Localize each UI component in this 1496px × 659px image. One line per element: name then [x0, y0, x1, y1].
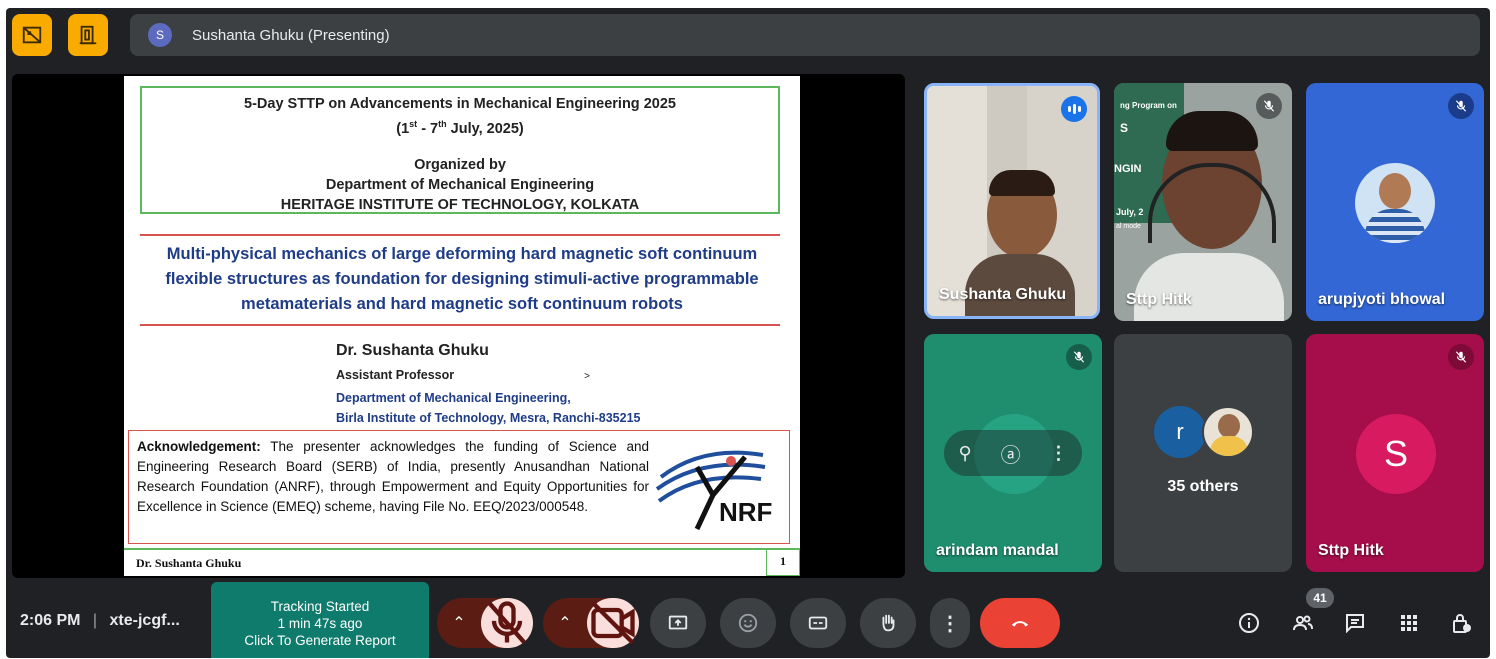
more-options-button[interactable]: ⋮	[930, 598, 970, 648]
others-count-label: 35 others	[1167, 478, 1239, 495]
muted-mic-icon	[1448, 344, 1474, 370]
slide-divider-bottom	[140, 324, 780, 326]
participant-name: arupjyoti bhowal	[1318, 291, 1446, 308]
svg-text:NRF: NRF	[719, 497, 772, 527]
activities-button[interactable]	[1394, 608, 1424, 638]
raise-hand-button[interactable]	[860, 598, 916, 648]
speaking-indicator-icon	[1061, 96, 1087, 122]
participant-name: arindam mandal	[936, 542, 1059, 559]
presenter-avatar: S	[148, 23, 172, 47]
meet-window: S Sushanta Ghuku (Presenting) 5-Day STTP…	[6, 8, 1490, 658]
leave-call-button[interactable]	[980, 598, 1060, 648]
video-options-chevron-up-icon[interactable]: ⌃	[543, 598, 587, 648]
muted-mic-icon	[1066, 344, 1092, 370]
mic-control-group: ⌃	[437, 598, 533, 648]
slide-author-role: Assistant Professor >	[336, 368, 590, 382]
participant-tile-others[interactable]: r 35 others	[1114, 334, 1292, 572]
camera-off-indicator-button[interactable]	[12, 14, 52, 56]
participant-name: Sttp Hitk	[1318, 542, 1384, 559]
muted-mic-icon	[1448, 93, 1474, 119]
slide-institute: HERITAGE INSTITUTE OF TECHNOLOGY, KOLKAT…	[280, 196, 640, 213]
current-time: 2:06 PM	[20, 612, 81, 629]
captions-button[interactable]	[790, 598, 846, 648]
leave-room-button[interactable]	[68, 14, 108, 56]
people-button[interactable]	[1288, 608, 1318, 638]
slide-author: Dr. Sushanta Ghuku	[336, 342, 489, 359]
background-banner-text-2: S	[1120, 121, 1129, 135]
background-banner-text-5: al mode	[1116, 223, 1141, 230]
participant-tile-arindam[interactable]: ⚲ ⓐ ⋮ arindam mandal	[924, 334, 1102, 572]
background-banner-text-1: ng Program on	[1120, 101, 1177, 110]
present-screen-icon	[668, 615, 688, 630]
participant-avatar: S	[1356, 414, 1436, 494]
anrf-logo: NRF	[655, 450, 772, 531]
tracking-elapsed: 1 min 47s ago	[277, 616, 363, 631]
participant-name: Sttp Hitk	[1126, 291, 1192, 308]
vertical-dots-icon: ⋮	[940, 612, 960, 635]
participant-avatar	[1355, 163, 1435, 243]
tile-hover-controls: ⚲ ⓐ ⋮	[944, 430, 1082, 476]
slide-footer-name: Dr. Sushanta Ghuku	[136, 556, 242, 570]
tracking-report-button[interactable]: Tracking Started 1 min 47s ago Click To …	[211, 582, 429, 658]
slide-header-dates: (1st - 7th July, 2025)	[396, 119, 524, 137]
other-participant-photo	[1202, 406, 1254, 458]
slide-header-box: 5-Day STTP on Advancements in Mechanical…	[140, 86, 780, 214]
camera-off-icon	[591, 601, 635, 645]
time-separator: |	[92, 612, 98, 629]
background-banner-text-3: NGIN	[1114, 163, 1142, 175]
info-icon	[1239, 613, 1259, 633]
meeting-clock-and-code: 2:06 PM | xte-jcgf...	[20, 612, 180, 630]
more-options-icon[interactable]: ⋮	[1050, 443, 1068, 464]
background-banner-text-4: July, 2	[1116, 207, 1144, 217]
closed-captions-icon	[808, 616, 828, 630]
tracking-action: Click To Generate Report	[244, 633, 396, 648]
apps-grid-icon	[1401, 615, 1417, 631]
pin-icon[interactable]: ⚲	[958, 443, 971, 464]
slide-department: Department of Mechanical Engineering	[325, 176, 595, 193]
slide-acknowledgement-box: Acknowledgement: The presenter acknowled…	[128, 430, 790, 544]
participant-tile-arupjyoti[interactable]: arupjyoti bhowal	[1306, 83, 1484, 321]
emoji-icon	[738, 613, 758, 633]
mic-toggle-button[interactable]	[481, 598, 533, 648]
present-now-button[interactable]	[650, 598, 706, 648]
camera-toggle-button[interactable]	[587, 598, 639, 648]
hang-up-icon	[1011, 621, 1029, 627]
slide-acknowledgement-text: Acknowledgement: The presenter acknowled…	[137, 439, 649, 514]
meeting-code[interactable]: xte-jcgf...	[110, 612, 180, 629]
participant-tile-sushanta[interactable]: Sushanta Ghuku	[924, 83, 1100, 319]
tracking-status: Tracking Started	[270, 599, 370, 614]
slide-footer: Dr. Sushanta Ghuku 1	[124, 548, 800, 576]
other-participant-avatar: r	[1154, 406, 1206, 458]
mic-off-icon	[488, 601, 526, 644]
chat-icon	[1346, 614, 1364, 634]
reactions-button[interactable]	[720, 598, 776, 648]
hand-icon	[882, 614, 895, 632]
presentation-stage[interactable]: 5-Day STTP on Advancements in Mechanical…	[12, 74, 905, 578]
meeting-details-button[interactable]	[1234, 608, 1264, 638]
people-icon	[1293, 615, 1313, 631]
no-audio-icon[interactable]: ⓐ	[1001, 439, 1021, 468]
slide-page-number: 1	[766, 548, 800, 576]
audio-options-chevron-up-icon[interactable]: ⌃	[437, 598, 481, 648]
participant-name: Sushanta Ghuku	[939, 286, 1067, 303]
presentation-slide: 5-Day STTP on Advancements in Mechanical…	[124, 76, 800, 576]
presenting-label: Sushanta Ghuku (Presenting)	[192, 26, 390, 44]
slide-author-affiliation: Department of Mechanical Engineering, Bi…	[336, 391, 641, 425]
camera-control-group: ⌃	[543, 598, 639, 648]
slide-header-line1: 5-Day STTP on Advancements in Mechanical…	[244, 96, 676, 112]
muted-mic-icon	[1256, 93, 1282, 119]
no-camera-icon	[22, 26, 42, 44]
participant-tile-sttp-hitk-2[interactable]: S Sttp Hitk	[1306, 334, 1484, 572]
lock-person-icon	[1453, 614, 1471, 633]
slide-divider-top	[140, 234, 780, 236]
host-controls-button[interactable]	[1446, 608, 1476, 638]
participant-tile-sttp-hitk[interactable]: ng Program on S NGIN July, 2 al mode Stt…	[1114, 83, 1292, 321]
chat-button[interactable]	[1340, 608, 1370, 638]
presenting-banner[interactable]: S Sushanta Ghuku (Presenting)	[130, 14, 1480, 56]
people-count-badge: 41	[1306, 588, 1334, 608]
door-icon	[79, 25, 97, 45]
slide-talk-title: Multi-physical mechanics of large deform…	[165, 245, 759, 313]
slide-organized-by: Organized by	[414, 156, 506, 173]
